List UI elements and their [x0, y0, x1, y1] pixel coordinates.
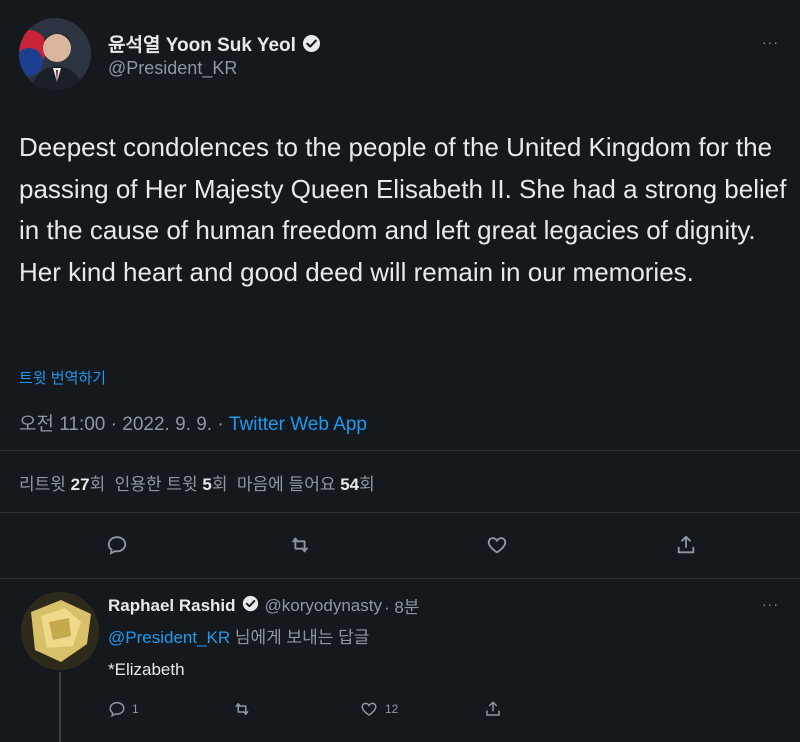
like-count: 12 — [385, 702, 399, 716]
divider — [0, 450, 800, 451]
more-options-icon[interactable]: ··· — [762, 34, 779, 50]
tweet-date[interactable]: 2022. 9. 9. — [122, 414, 212, 435]
reply-display-name[interactable]: Raphael Rashid — [108, 596, 236, 616]
quotes-count: 5 — [202, 475, 212, 494]
reply-icon — [109, 701, 125, 718]
thread-line — [59, 672, 61, 742]
quotes-stat[interactable]: 인용한 트윗 5회 — [115, 475, 228, 494]
separator: · — [110, 414, 123, 435]
divider — [0, 578, 800, 579]
tweet-source[interactable]: Twitter Web App — [229, 414, 367, 435]
reply-time[interactable]: · 8분 — [384, 593, 419, 618]
author-name[interactable]: 윤석열 Yoon Suk Yeol — [108, 30, 321, 57]
share-icon[interactable] — [673, 532, 699, 558]
verified-badge-icon — [302, 34, 321, 53]
like-icon[interactable] — [484, 532, 510, 558]
author-handle[interactable]: @President_KR — [108, 58, 237, 79]
avatar[interactable] — [21, 592, 99, 670]
reply-icon[interactable] — [104, 532, 130, 558]
reply-like-button[interactable]: 12 — [359, 698, 398, 720]
verified-badge-icon — [242, 595, 259, 617]
reply-text: *Elizabeth — [108, 660, 185, 679]
retweet-icon[interactable] — [232, 698, 252, 720]
likes-count: 54 — [340, 475, 360, 494]
tweet-stats: 리트윗 27회 인용한 트윗 5회 마음에 들어요 54회 — [19, 470, 375, 495]
reply-handle[interactable]: @koryodynasty — [265, 596, 382, 616]
divider — [0, 512, 800, 513]
avatar[interactable] — [19, 18, 91, 90]
share-icon[interactable] — [484, 698, 502, 720]
reply-author[interactable]: Raphael Rashid @koryodynasty · 8분 — [108, 593, 419, 618]
like-icon — [361, 702, 377, 716]
likes-stat[interactable]: 마음에 들어요 54회 — [237, 475, 375, 494]
replying-to-handle[interactable]: @President_KR — [108, 628, 230, 647]
tweet-metadata: 오전 11:00 · 2022. 9. 9. · Twitter Web App — [19, 409, 367, 436]
replying-to: @President_KR 님에게 보내는 답글 — [108, 623, 369, 648]
separator: · — [217, 414, 229, 435]
tweet-time[interactable]: 오전 11:00 — [19, 414, 105, 435]
display-name[interactable]: 윤석열 Yoon Suk Yeol — [108, 30, 296, 57]
reply-reply-button[interactable]: 1 — [108, 698, 139, 720]
tweet-text: Deepest condolences to the people of the… — [19, 132, 787, 287]
replying-to-suffix: 님에게 보내는 답글 — [230, 628, 370, 647]
translate-tweet-link[interactable]: 트윗 번역하기 — [19, 367, 106, 388]
retweets-stat[interactable]: 리트윗 27회 — [19, 475, 105, 494]
reply-count: 1 — [132, 702, 139, 716]
retweets-count: 27 — [70, 475, 90, 494]
more-options-icon[interactable]: ··· — [762, 596, 779, 612]
retweet-icon[interactable] — [287, 532, 313, 558]
